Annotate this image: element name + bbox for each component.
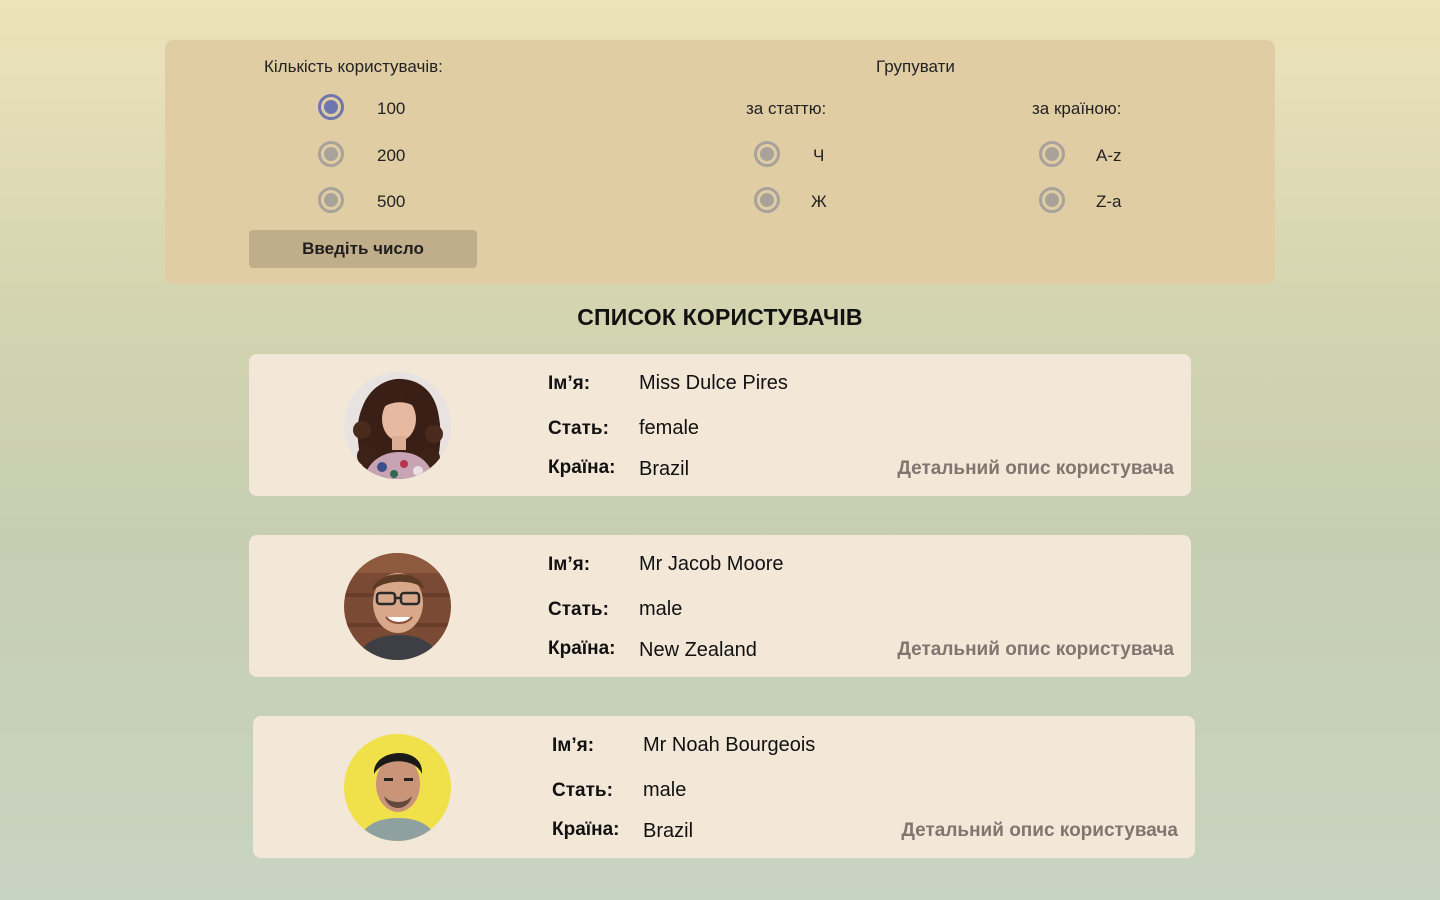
country-label: Країна: [548, 638, 616, 659]
count-option-label-200: 200 [377, 146, 406, 165]
filter-panel: Кількість користувачів: 100 200 500 Введ… [165, 40, 1275, 284]
user-count-title: Кількість користувачів: [264, 57, 443, 76]
user-gender: male [639, 598, 683, 620]
user-name: Mr Jacob Moore [639, 553, 784, 575]
user-card: Ім’я: Mr Noah Bourgeois Стать: male Краї… [253, 716, 1195, 858]
user-detail-link[interactable]: Детальний опис користувача [897, 639, 1174, 661]
name-label: Ім’я: [552, 735, 595, 756]
gender-radio-male[interactable] [754, 141, 780, 167]
gender-label: Стать: [548, 599, 609, 620]
country-option-label-za: Z-a [1096, 192, 1122, 211]
user-gender: male [643, 779, 687, 801]
user-detail-link[interactable]: Детальний опис користувача [901, 820, 1178, 842]
user-detail-link[interactable]: Детальний опис користувача [897, 458, 1174, 480]
user-card: Ім’я: Mr Jacob Moore Стать: male Країна:… [249, 535, 1191, 677]
gender-option-label-male: Ч [813, 146, 825, 165]
user-card: Ім’я: Miss Dulce Pires Стать: female Кра… [249, 354, 1191, 496]
group-title: Групувати [876, 57, 955, 76]
name-label: Ім’я: [548, 554, 591, 575]
gender-label: Стать: [548, 418, 609, 439]
user-list-title: СПИСОК КОРИСТУВАЧІВ [577, 304, 863, 330]
country-option-label-az: A-z [1096, 146, 1122, 165]
gender-option-label-female: Ж [811, 192, 827, 211]
country-label: Країна: [548, 457, 616, 478]
count-radio-500[interactable] [318, 187, 344, 213]
enter-number-button[interactable]: Введіть число [249, 230, 477, 268]
user-country: Brazil [639, 458, 690, 480]
user-country: New Zealand [639, 639, 757, 661]
user-avatar [344, 372, 451, 479]
gender-label: Стать: [552, 780, 613, 801]
count-option-label-100: 100 [377, 99, 406, 118]
count-option-label-500: 500 [377, 192, 406, 211]
country-label: Країна: [552, 819, 620, 840]
country-radio-az[interactable] [1039, 141, 1065, 167]
country-radio-za[interactable] [1039, 187, 1065, 213]
user-avatar [344, 553, 451, 660]
user-country: Brazil [643, 820, 694, 842]
man-glasses-photo-icon [344, 553, 451, 660]
gender-radio-female[interactable] [754, 187, 780, 213]
woman-curly-hair-photo-icon [344, 372, 451, 479]
name-label: Ім’я: [548, 373, 591, 394]
user-name: Miss Dulce Pires [639, 372, 788, 394]
gender-group-title: за статтю: [746, 99, 827, 118]
count-radio-100[interactable] [318, 94, 344, 120]
country-group-title: за країною: [1032, 99, 1122, 118]
user-name: Mr Noah Bourgeois [643, 734, 816, 756]
man-yellow-background-photo-icon [344, 734, 451, 841]
count-radio-200[interactable] [318, 141, 344, 167]
user-gender: female [639, 417, 700, 439]
user-avatar [344, 734, 451, 841]
